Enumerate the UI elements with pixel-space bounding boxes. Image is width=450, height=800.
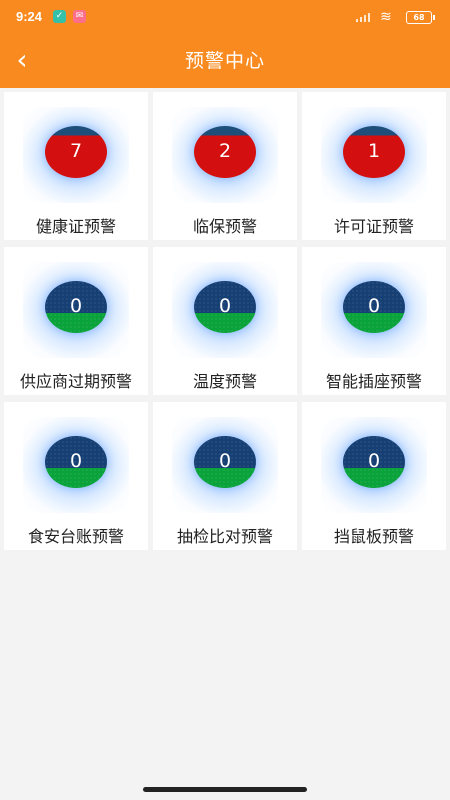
alert-count-badge: 1 <box>343 126 405 178</box>
alert-count-badge: 0 <box>194 281 256 333</box>
alert-count: 0 <box>218 450 232 472</box>
alert-label: 食安台账预警 <box>27 527 124 546</box>
alert-label: 许可证预警 <box>333 217 414 236</box>
alert-count: 1 <box>367 140 381 162</box>
alert-card-expiry-warning[interactable]: 2 临保预警 <box>153 92 297 240</box>
alert-label: 供应商过期预警 <box>19 372 132 391</box>
alert-count: 7 <box>69 140 83 162</box>
alert-label: 挡鼠板预警 <box>333 527 414 546</box>
alert-count-badge: 2 <box>194 126 256 178</box>
alert-card-sampling-comparison[interactable]: 0 抽检比对预警 <box>153 402 297 550</box>
alert-label: 抽检比对预警 <box>176 527 273 546</box>
page-title: 预警中心 <box>184 50 265 72</box>
alert-count: 0 <box>367 295 381 317</box>
navigation-bar: ‹ 预警中心 <box>0 34 450 88</box>
alert-count: 0 <box>367 450 381 472</box>
alert-count-badge: 0 <box>45 436 107 488</box>
alert-count-badge: 0 <box>194 436 256 488</box>
battery-icon: 68 <box>406 11 435 24</box>
alert-card-license[interactable]: 1 许可证预警 <box>302 92 446 240</box>
alert-label: 智能插座预警 <box>325 372 422 391</box>
alert-label: 临保预警 <box>192 217 257 236</box>
wifi-icon: ≋ <box>380 9 392 25</box>
app-notification-icon: ✓ <box>53 10 66 23</box>
signal-icon <box>356 13 370 22</box>
status-time: 9:24 <box>16 9 43 24</box>
alert-count-badge: 0 <box>343 281 405 333</box>
alert-card-supplier-expiry[interactable]: 0 供应商过期预警 <box>4 247 148 395</box>
alert-card-smart-socket[interactable]: 0 智能插座预警 <box>302 247 446 395</box>
alert-count-badge: 0 <box>45 281 107 333</box>
home-indicator[interactable] <box>143 787 307 792</box>
status-bar: 9:24 ✓ ✉ ≋ 68 <box>0 0 450 34</box>
alert-grid: 7 健康证预警 2 临保预警 1 许可证预警 0 供应商过期预警 0 温度预警 <box>4 92 446 550</box>
top-app-bar: 9:24 ✓ ✉ ≋ 68 ‹ 预警中心 <box>0 0 450 88</box>
alert-count: 0 <box>69 450 83 472</box>
alert-count-badge: 7 <box>45 126 107 178</box>
alert-label: 健康证预警 <box>35 217 116 236</box>
alert-count: 0 <box>69 295 83 317</box>
alert-count-badge: 0 <box>343 436 405 488</box>
alert-card-food-ledger[interactable]: 0 食安台账预警 <box>4 402 148 550</box>
alert-card-rat-guard[interactable]: 0 挡鼠板预警 <box>302 402 446 550</box>
alert-count: 2 <box>218 140 232 162</box>
alert-card-health-certificate[interactable]: 7 健康证预警 <box>4 92 148 240</box>
alert-label: 温度预警 <box>192 372 257 391</box>
alert-count: 0 <box>218 295 232 317</box>
alert-card-temperature[interactable]: 0 温度预警 <box>153 247 297 395</box>
message-notification-icon: ✉ <box>73 10 86 23</box>
